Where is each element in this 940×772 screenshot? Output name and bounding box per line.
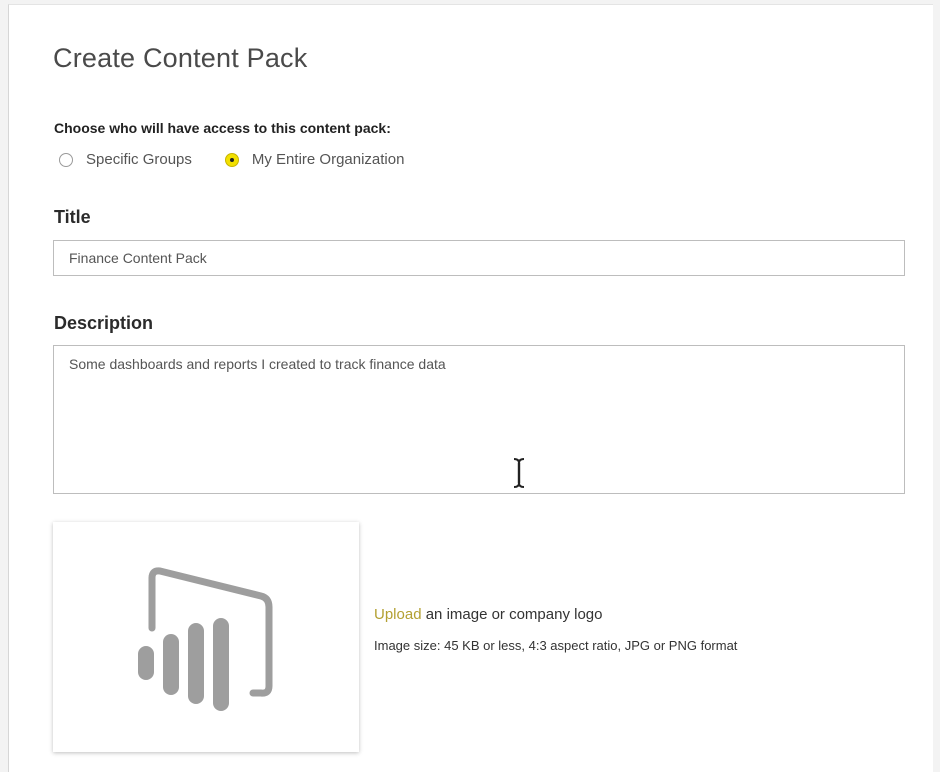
title-input-value: Finance Content Pack <box>69 250 207 266</box>
create-content-pack-panel: Create Content Pack Choose who will have… <box>8 4 933 772</box>
image-size-note: Image size: 45 KB or less, 4:3 aspect ra… <box>374 638 738 653</box>
page-title: Create Content Pack <box>53 43 308 73</box>
access-radio-group: Specific Groups My Entire Organization <box>59 151 404 168</box>
description-textarea[interactable]: Some dashboards and reports I created to… <box>53 345 905 494</box>
radio-specific-groups-label: Specific Groups <box>86 151 192 168</box>
upload-prompt: Upload an image or company logo <box>374 606 602 623</box>
upload-link[interactable]: Upload <box>374 606 422 623</box>
radio-circle-unchecked-icon[interactable] <box>59 152 73 167</box>
text-cursor-icon <box>513 458 525 488</box>
radio-circle-checked-icon[interactable] <box>224 152 239 167</box>
description-textarea-value: Some dashboards and reports I created to… <box>69 356 446 372</box>
radio-entire-organization[interactable]: My Entire Organization <box>224 151 405 168</box>
access-label: Choose who will have access to this cont… <box>54 120 391 136</box>
upload-text: an image or company logo <box>421 606 603 623</box>
description-label: Description <box>54 313 154 333</box>
radio-specific-groups[interactable]: Specific Groups <box>59 151 192 168</box>
logo-upload-card[interactable] <box>53 522 359 752</box>
radio-entire-organization-label: My Entire Organization <box>251 151 405 168</box>
title-input[interactable]: Finance Content Pack <box>53 240 905 276</box>
power-bi-logo-icon <box>138 567 273 711</box>
title-label: Title <box>54 207 91 227</box>
